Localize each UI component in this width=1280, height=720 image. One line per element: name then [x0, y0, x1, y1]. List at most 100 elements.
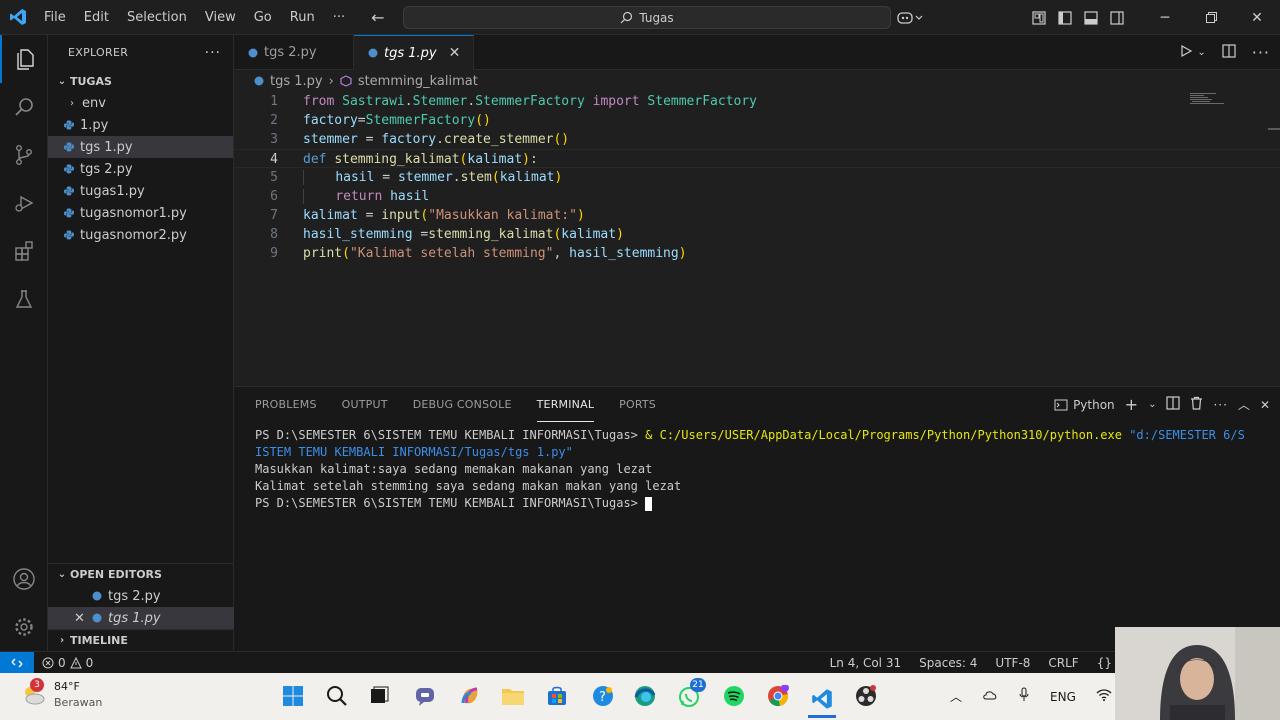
file-explorer-icon[interactable] — [499, 682, 527, 710]
minimize-button[interactable]: ─ — [1142, 0, 1188, 35]
toggle-sidebar-icon[interactable] — [1052, 0, 1078, 35]
open-editor-tgs-1-py[interactable]: ✕ tgs 1.py — [48, 607, 234, 629]
terminal-shell-selector[interactable]: Python — [1054, 398, 1115, 412]
tree-item-tugasnomor2-py[interactable]: tugasnomor2.py — [48, 224, 233, 246]
maximize-panel-icon[interactable]: ︿ — [1238, 396, 1250, 413]
language-mode[interactable]: {} — [1097, 656, 1112, 670]
copilot-app-icon[interactable] — [456, 682, 484, 710]
menu-selection[interactable]: Selection — [118, 0, 196, 35]
tree-item-env[interactable]: › env — [48, 92, 233, 114]
input-language[interactable]: ENG — [1050, 690, 1076, 704]
edge-browser-icon[interactable] — [631, 682, 659, 710]
timeline-header[interactable]: › TIMELINE — [48, 629, 234, 651]
testing-icon[interactable] — [0, 275, 48, 323]
open-editors-header[interactable]: ⌄ OPEN EDITORS — [48, 563, 234, 585]
problems-status[interactable]: 0 0 — [42, 656, 93, 670]
search-icon[interactable] — [0, 83, 48, 131]
tab-tgs-1-py[interactable]: tgs 1.py ✕ — [354, 35, 474, 70]
open-editor-tgs-2-py[interactable]: tgs 2.py — [48, 585, 234, 607]
menu-file[interactable]: File — [35, 0, 75, 35]
source-control-icon[interactable] — [0, 131, 48, 179]
chrome-icon[interactable] — [764, 682, 792, 710]
teams-chat-icon[interactable] — [411, 682, 439, 710]
toggle-panel-icon[interactable] — [1078, 0, 1104, 35]
wifi-icon[interactable] — [1096, 688, 1112, 705]
accounts-icon[interactable] — [0, 555, 48, 603]
restore-button[interactable] — [1188, 0, 1234, 35]
line-number: 9 — [270, 246, 278, 261]
obs-icon[interactable] — [852, 682, 880, 710]
tab-output[interactable]: OUTPUT — [342, 387, 388, 422]
tree-item-1-py[interactable]: 1.py — [48, 114, 233, 136]
terminal-icon — [1054, 399, 1068, 410]
tree-item-tgs-2-py[interactable]: tgs 2.py — [48, 158, 233, 180]
chevron-down-icon[interactable]: ⌄ — [1148, 399, 1156, 410]
tab-terminal[interactable]: TERMINAL — [536, 387, 595, 422]
back-arrow-icon[interactable]: ← — [362, 8, 393, 27]
system-tray: ︿ ENG — [950, 673, 1112, 720]
tab-problems[interactable]: PROBLEMS — [255, 387, 317, 422]
indentation[interactable]: Spaces: 4 — [919, 656, 977, 670]
trash-icon[interactable] — [1190, 396, 1203, 413]
spotify-icon[interactable] — [720, 682, 748, 710]
cursor-position[interactable]: Ln 4, Col 31 — [830, 656, 902, 670]
menu-edit[interactable]: Edit — [75, 0, 118, 35]
weather-widget[interactable]: 3 84°F Berawan — [20, 678, 102, 711]
gear-icon[interactable] — [0, 603, 48, 651]
more-actions-icon[interactable]: ··· — [205, 45, 221, 61]
explorer-icon[interactable] — [0, 35, 48, 83]
menu-run[interactable]: Run — [281, 0, 324, 35]
microphone-icon[interactable] — [1018, 687, 1030, 706]
menu-go[interactable]: Go — [245, 0, 281, 35]
split-terminal-icon[interactable] — [1166, 396, 1181, 413]
search-icon[interactable] — [323, 682, 351, 710]
chevron-down-icon: ⌄ — [57, 75, 67, 87]
webcam-overlay — [1115, 627, 1280, 720]
task-view-icon[interactable] — [365, 682, 393, 710]
chevron-up-icon[interactable]: ︿ — [950, 688, 962, 705]
tree-item-tugasnomor1-py[interactable]: tugasnomor1.py — [48, 202, 233, 224]
split-editor-icon[interactable] — [1222, 43, 1236, 62]
windows-start-icon[interactable] — [279, 682, 307, 710]
chevron-down-icon[interactable]: ⌄ — [1197, 47, 1205, 58]
close-panel-icon[interactable]: ✕ — [1260, 398, 1270, 412]
line-ending[interactable]: CRLF — [1048, 656, 1078, 670]
run-debug-icon[interactable] — [0, 179, 48, 227]
tab-debug-console[interactable]: DEBUG CONSOLE — [413, 387, 512, 422]
breadcrumb-file[interactable]: tgs 1.py — [270, 74, 323, 89]
breadcrumb-symbol[interactable]: stemming_kalimat — [358, 74, 478, 89]
folder-section-tugas[interactable]: ⌄ TUGAS — [48, 70, 233, 92]
tree-item-tugas1-py[interactable]: tugas1.py — [48, 180, 233, 202]
menu-more[interactable]: ··· — [324, 0, 354, 35]
copilot-icon[interactable] — [890, 0, 930, 35]
run-file-icon[interactable] — [1179, 43, 1193, 62]
explorer-title: EXPLORER — [68, 46, 129, 59]
code-editor[interactable]: 1 from Sastrawi.Stemmer.StemmerFactory i… — [234, 92, 1280, 386]
microsoft-store-icon[interactable] — [543, 682, 571, 710]
close-icon[interactable]: ✕ — [449, 45, 461, 61]
terminal-line-2: ISTEM TEMU KEMBALI INFORMASI/Tugas/tgs 1… — [255, 444, 1275, 461]
whatsapp-icon[interactable]: 21 — [676, 678, 706, 710]
network-cloud-icon[interactable] — [982, 688, 998, 705]
extensions-icon[interactable] — [0, 227, 48, 275]
terminal-output[interactable]: PS D:\SEMESTER 6\SISTEM TEMU KEMBALI INF… — [255, 427, 1275, 512]
customize-layout-icon[interactable] — [1026, 0, 1052, 35]
more-actions-icon[interactable]: ··· — [1252, 43, 1270, 62]
command-center-search[interactable]: Tugas — [403, 6, 891, 29]
search-text: Tugas — [639, 10, 674, 25]
help-app-icon[interactable]: ? — [589, 682, 617, 710]
vscode-taskbar-icon[interactable] — [808, 682, 836, 718]
tree-item-tgs-1-py[interactable]: tgs 1.py — [48, 136, 233, 158]
more-actions-icon[interactable]: ··· — [1213, 398, 1227, 412]
close-window-button[interactable]: ✕ — [1234, 0, 1280, 35]
close-icon[interactable]: ✕ — [74, 611, 92, 626]
menu-view[interactable]: View — [196, 0, 245, 35]
windows-taskbar: 3 84°F Berawan ? 21 ︿ ENG — [0, 673, 1280, 720]
new-terminal-icon[interactable]: + — [1125, 395, 1138, 414]
toggle-secondary-sidebar-icon[interactable] — [1104, 0, 1130, 35]
encoding[interactable]: UTF-8 — [995, 656, 1030, 670]
tab-ports[interactable]: PORTS — [619, 387, 656, 422]
remote-indicator-icon[interactable] — [0, 651, 34, 674]
tab-tgs-2-py[interactable]: tgs 2.py — [234, 35, 354, 70]
minimap[interactable] — [1190, 92, 1230, 104]
